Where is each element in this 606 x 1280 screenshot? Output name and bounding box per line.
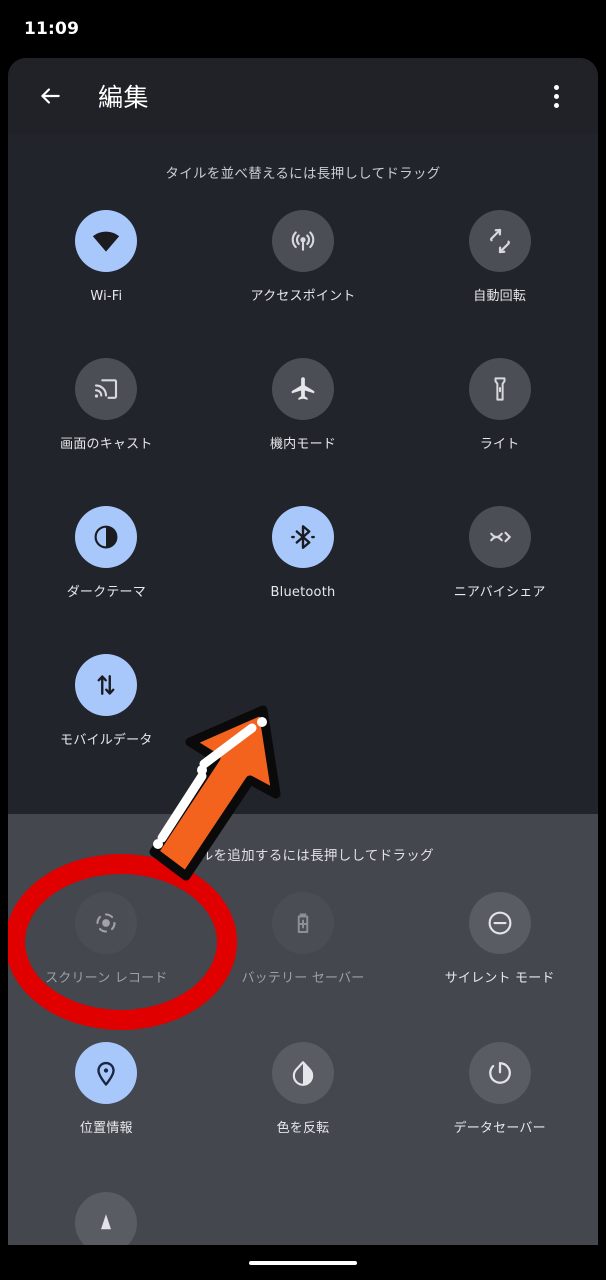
app-bar: 編集 bbox=[8, 58, 598, 134]
tile-airplane-mode[interactable]: 機内モード bbox=[205, 344, 402, 492]
partial-tile-icon bbox=[91, 1208, 121, 1238]
quick-settings-edit-screen: 編集 タイルを並べ替えるには長押ししてドラッグ Wi-Fi アクセスポイント 自… bbox=[8, 58, 598, 1245]
tile-icon-container bbox=[468, 892, 531, 954]
tile-icon-container bbox=[75, 358, 138, 420]
tile-label: 機内モード bbox=[269, 437, 336, 452]
bluetooth-icon bbox=[288, 522, 318, 552]
invert-colors-icon bbox=[288, 1058, 318, 1088]
battery-saver-icon bbox=[288, 908, 318, 938]
tile-hotspot[interactable]: アクセスポイント bbox=[205, 196, 402, 344]
tile-icon-container bbox=[271, 210, 334, 272]
flashlight-icon bbox=[485, 374, 515, 404]
tile-label: 色を反転 bbox=[276, 1121, 330, 1136]
overflow-menu-button[interactable] bbox=[534, 74, 578, 118]
tile-label: 画面のキャスト bbox=[60, 437, 153, 452]
back-button[interactable] bbox=[28, 74, 72, 118]
tile-label: ライト bbox=[479, 437, 520, 452]
tile-icon-container bbox=[75, 506, 138, 568]
more-vert-icon bbox=[553, 84, 559, 108]
tile-icon-container bbox=[271, 506, 334, 568]
tile-icon-container bbox=[468, 506, 531, 568]
tile-invert-colors[interactable]: 色を反転 bbox=[205, 1028, 402, 1178]
tile-bluetooth[interactable]: Bluetooth bbox=[205, 492, 402, 640]
tile-screen-cast[interactable]: 画面のキャスト bbox=[8, 344, 205, 492]
tile-icon-container bbox=[75, 1192, 138, 1245]
available-tiles-section: タイルを追加するには長押ししてドラッグ スクリーン レコード バッテリー セーバ… bbox=[8, 814, 598, 1245]
tile-icon-container bbox=[75, 892, 138, 954]
tile-icon-container bbox=[468, 358, 531, 420]
tile-label: ダークテーマ bbox=[66, 585, 146, 600]
tile-label: バッテリー セーバー bbox=[241, 971, 365, 986]
tile-icon-container bbox=[271, 892, 334, 954]
data-saver-icon bbox=[485, 1058, 515, 1088]
tile-data-saver[interactable]: データセーバー bbox=[401, 1028, 598, 1178]
nearby-share-icon bbox=[485, 522, 515, 552]
silent-mode-icon bbox=[485, 908, 515, 938]
hotspot-icon bbox=[288, 226, 318, 256]
tile-location[interactable]: 位置情報 bbox=[8, 1028, 205, 1178]
available-tiles-grid: スクリーン レコード バッテリー セーバー サイレント モード 位置情報 色を反… bbox=[8, 878, 598, 1245]
airplane-icon bbox=[288, 374, 318, 404]
tile-label: スクリーン レコード bbox=[45, 971, 168, 986]
tile-dark-theme[interactable]: ダークテーマ bbox=[8, 492, 205, 640]
tile-battery-saver[interactable]: バッテリー セーバー bbox=[205, 878, 402, 1028]
tile-icon-container bbox=[75, 210, 138, 272]
tile-label: モバイルデータ bbox=[60, 733, 153, 748]
status-bar-clock: 11:09 bbox=[24, 19, 80, 39]
arrow-back-icon bbox=[37, 83, 63, 109]
active-tiles-hint: タイルを並べ替えるには長押ししてドラッグ bbox=[165, 166, 441, 182]
tile-label: アクセスポイント bbox=[250, 289, 356, 304]
tile-label: 自動回転 bbox=[473, 289, 527, 304]
tile-label: Bluetooth bbox=[270, 585, 336, 600]
cast-icon bbox=[91, 374, 121, 404]
tile-icon-container bbox=[75, 654, 138, 716]
tile-icon-container bbox=[75, 1042, 138, 1104]
screen-record-icon bbox=[91, 908, 121, 938]
tile-icon-container bbox=[468, 1042, 531, 1104]
tile-nearby-share[interactable]: ニアバイシェア bbox=[401, 492, 598, 640]
tile-wifi[interactable]: Wi-Fi bbox=[8, 196, 205, 344]
status-bar: 11:09 bbox=[0, 0, 606, 58]
tile-partial-cut-off[interactable] bbox=[8, 1178, 205, 1245]
tile-icon-container bbox=[271, 358, 334, 420]
available-tiles-hint: タイルを追加するには長押ししてドラッグ bbox=[172, 848, 434, 864]
tile-mobile-data[interactable]: モバイルデータ bbox=[8, 640, 205, 788]
tile-flashlight[interactable]: ライト bbox=[401, 344, 598, 492]
tile-screen-record[interactable]: スクリーン レコード bbox=[8, 878, 205, 1028]
active-tiles-grid: Wi-Fi アクセスポイント 自動回転 画面のキャスト 機内モード ライト ダー… bbox=[8, 196, 598, 788]
tile-label: データセーバー bbox=[453, 1121, 546, 1136]
tile-auto-rotate[interactable]: 自動回転 bbox=[401, 196, 598, 344]
tile-label: サイレント モード bbox=[444, 971, 555, 986]
mobile-data-icon bbox=[91, 670, 121, 700]
tile-label: ニアバイシェア bbox=[453, 585, 546, 600]
active-tiles-section: タイルを並べ替えるには長押ししてドラッグ Wi-Fi アクセスポイント 自動回転… bbox=[8, 134, 598, 814]
gesture-home-pill[interactable] bbox=[249, 1260, 357, 1265]
gesture-navigation-bar bbox=[0, 1245, 606, 1280]
wifi-icon bbox=[91, 226, 121, 256]
page-title: 編集 bbox=[98, 83, 150, 112]
tile-silent-mode[interactable]: サイレント モード bbox=[401, 878, 598, 1028]
tile-label: Wi-Fi bbox=[90, 289, 123, 304]
dark-theme-icon bbox=[91, 522, 121, 552]
auto-rotate-icon bbox=[485, 226, 515, 256]
location-icon bbox=[91, 1058, 121, 1088]
tile-icon-container bbox=[468, 210, 531, 272]
tile-icon-container bbox=[271, 1042, 334, 1104]
tile-label: 位置情報 bbox=[79, 1121, 133, 1136]
